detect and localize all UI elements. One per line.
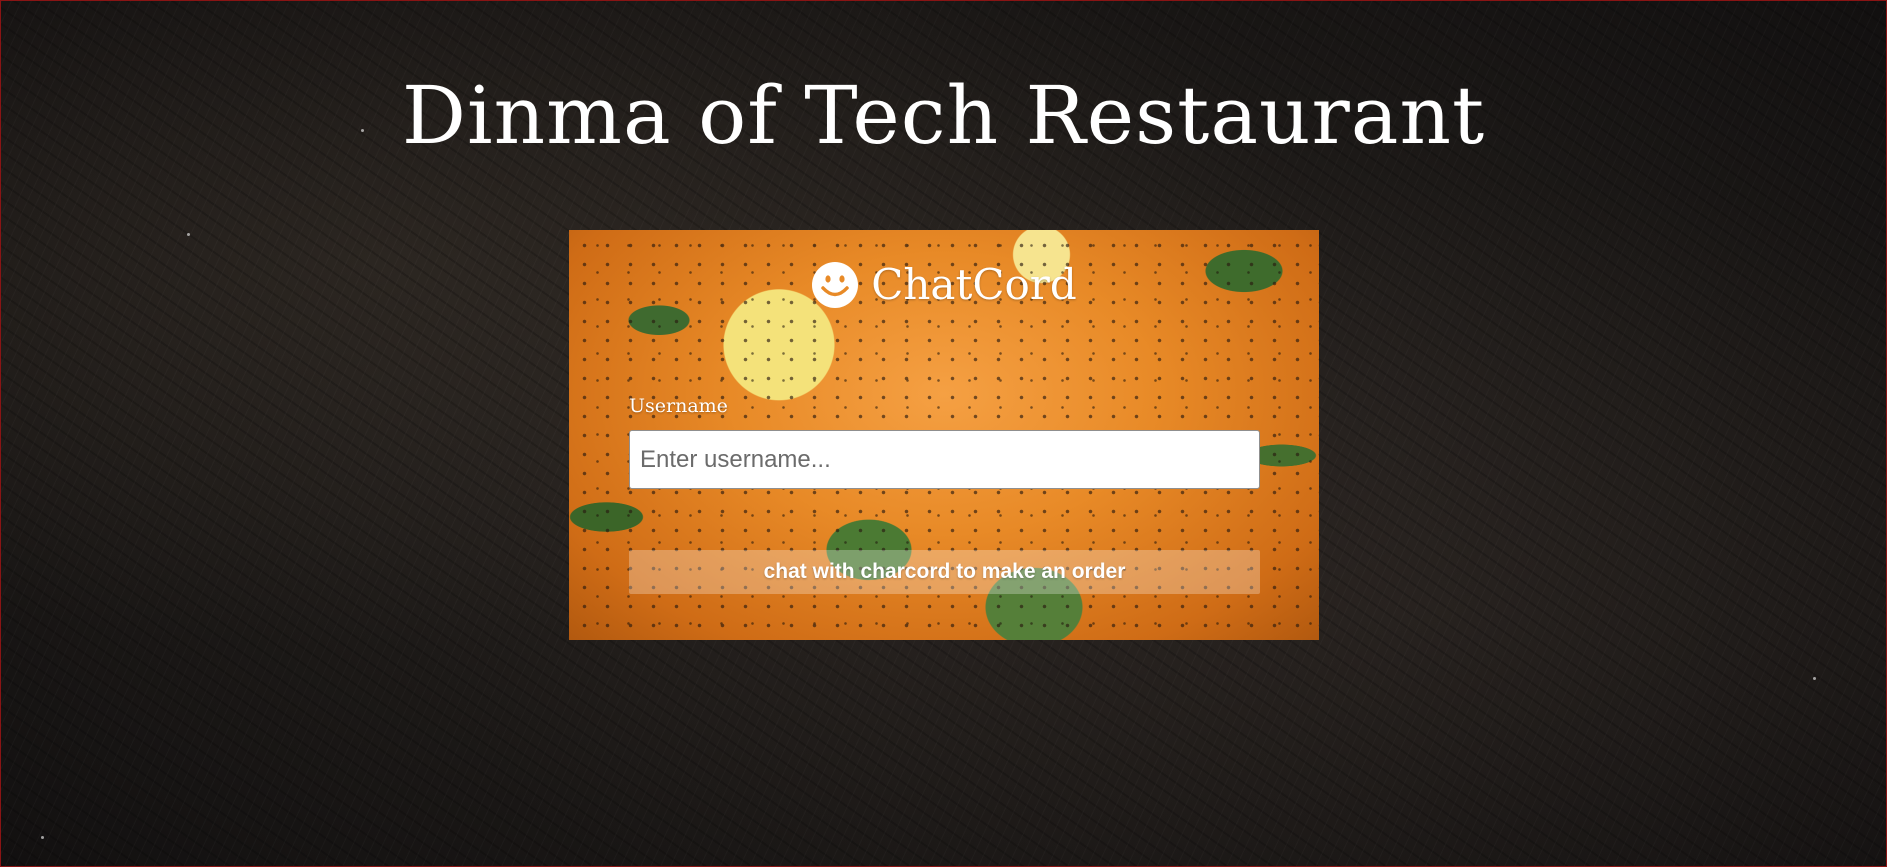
- card-header: ChatCord: [569, 260, 1319, 309]
- background-speck: [1813, 677, 1816, 680]
- username-label: Username: [629, 395, 728, 417]
- smile-icon: [812, 261, 859, 308]
- username-input[interactable]: [629, 430, 1260, 489]
- background-speck: [187, 233, 190, 236]
- login-card: ChatCord Username chat with charcord to …: [569, 230, 1319, 640]
- submit-button[interactable]: chat with charcord to make an order: [629, 550, 1260, 594]
- brand-name: ChatCord: [871, 260, 1077, 309]
- background-speck: [41, 836, 44, 839]
- page-title: Dinma of Tech Restaurant: [401, 69, 1486, 162]
